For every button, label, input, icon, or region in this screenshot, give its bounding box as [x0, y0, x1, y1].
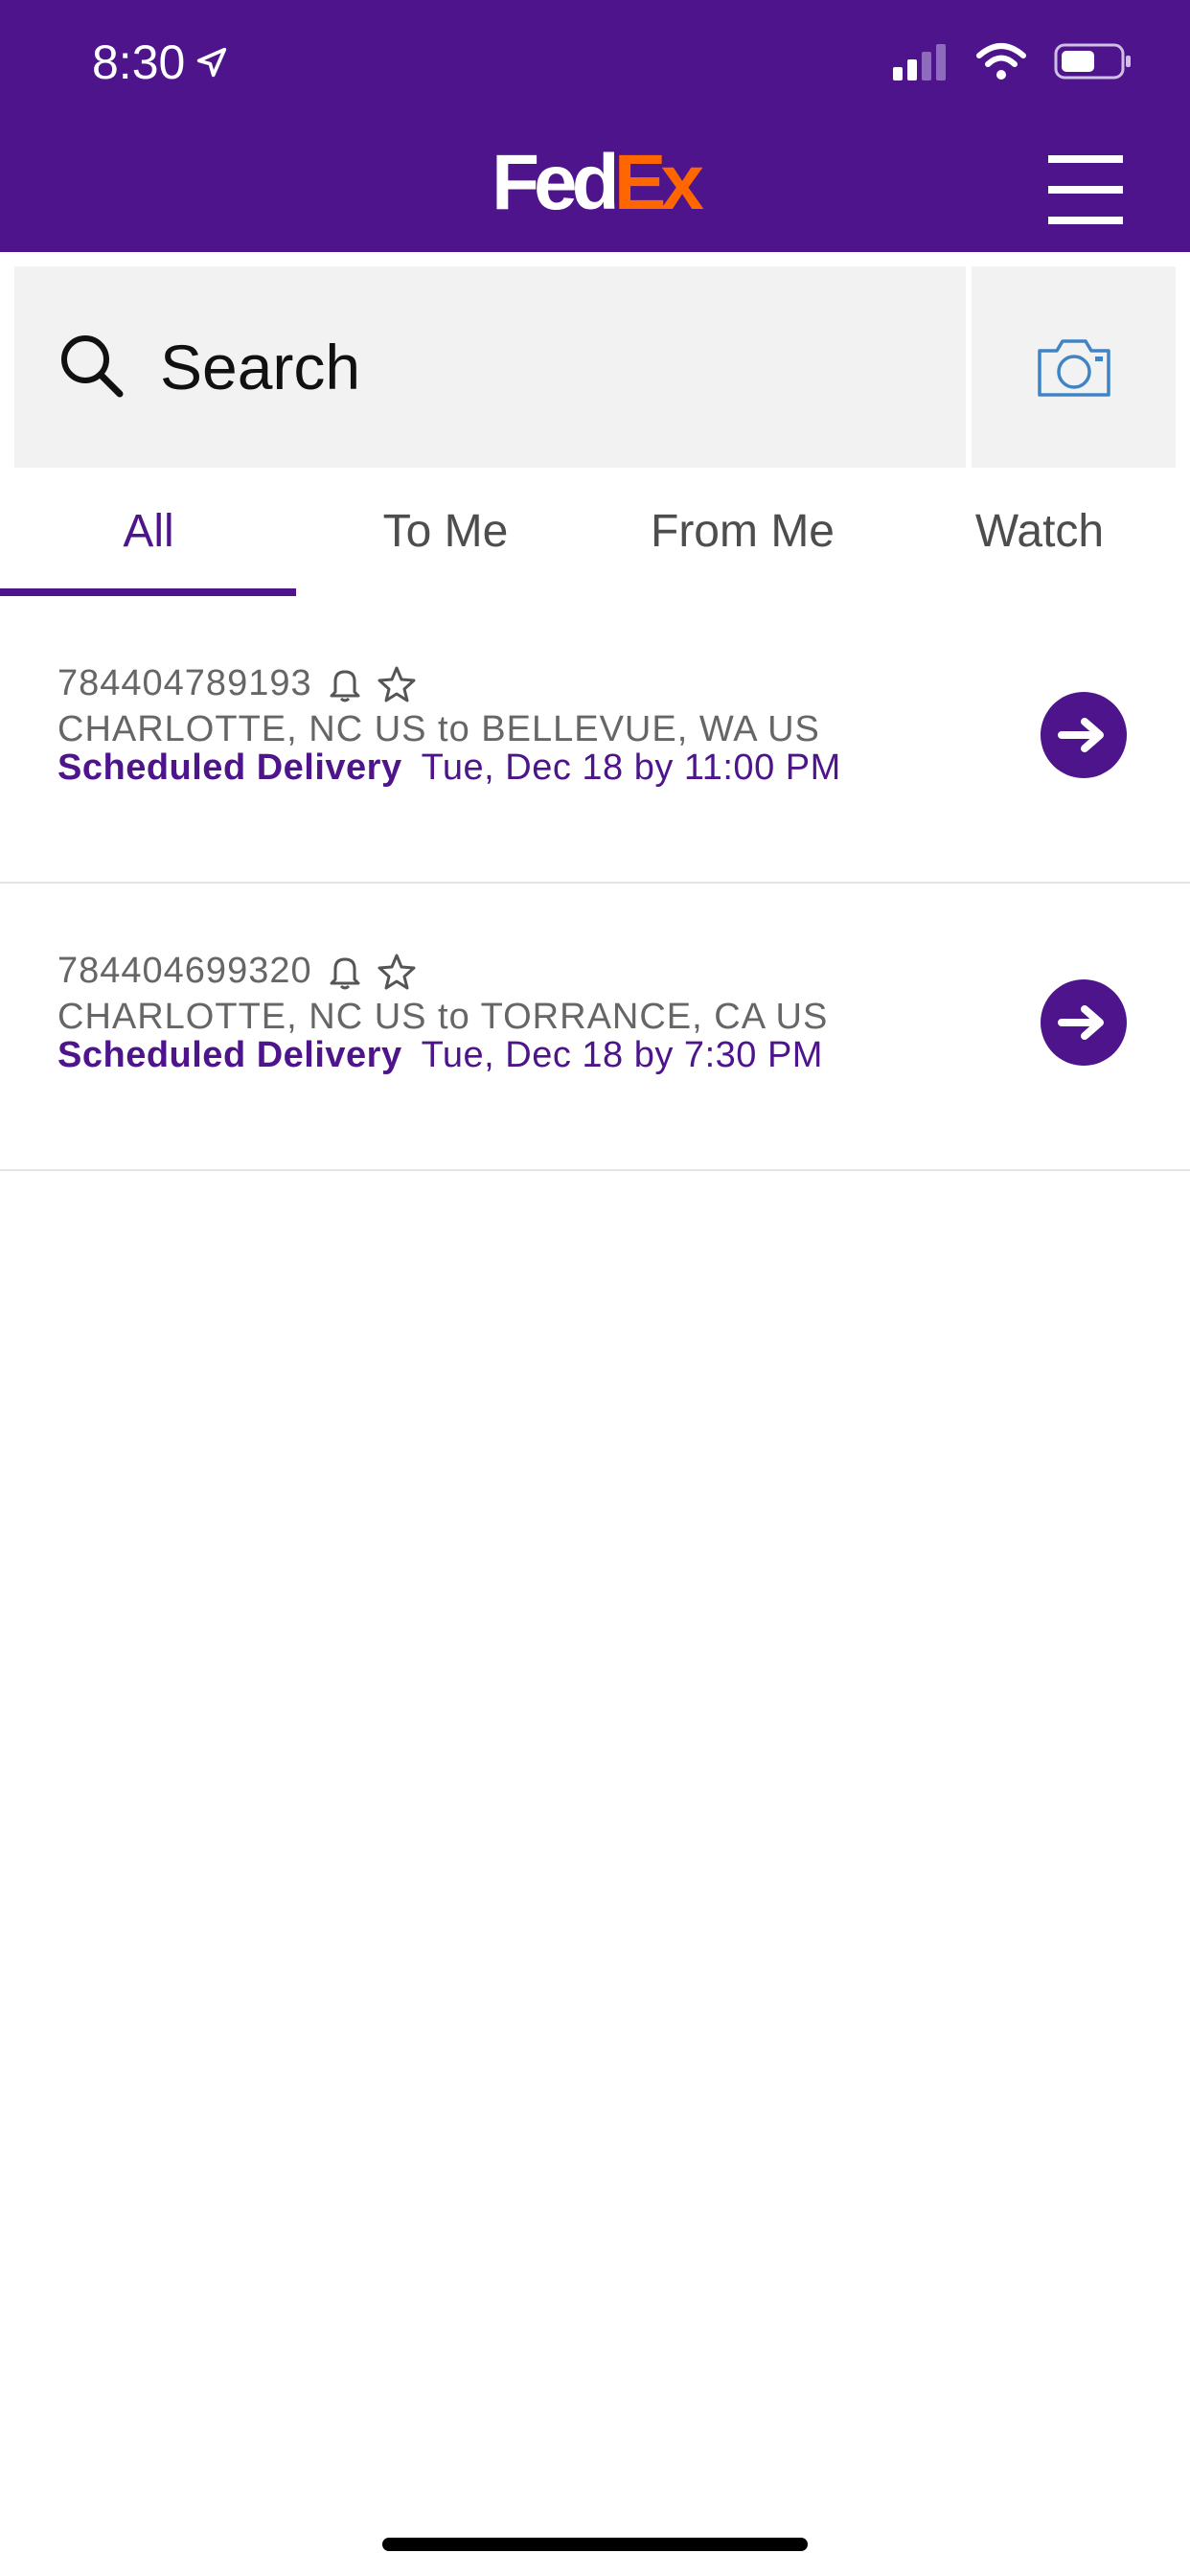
- shipment-row[interactable]: 784404699320 CHARLOTTE, NC US to TORRANC…: [0, 884, 1190, 1171]
- tab-all[interactable]: All: [0, 484, 297, 599]
- status-time: 8:30: [92, 34, 231, 90]
- camera-scan-button[interactable]: [972, 266, 1176, 468]
- location-arrow-icon: [197, 47, 227, 78]
- tracking-number: 784404699320: [57, 951, 312, 991]
- cellular-signal-icon: [893, 44, 946, 80]
- arrow-right-icon: [1058, 1005, 1104, 1040]
- delivery-time: Tue, Dec 18 by 11:00 PM: [421, 748, 841, 788]
- search-placeholder: Search: [160, 332, 361, 402]
- star-icon[interactable]: [378, 666, 416, 702]
- search-input[interactable]: Search: [14, 266, 966, 468]
- clock-label: 8:30: [92, 35, 186, 89]
- shipment-route: CHARLOTTE, NC US to BELLEVUE, WA US: [57, 709, 820, 749]
- app-header: 8:30 FedEx: [0, 0, 1190, 252]
- tracking-number: 784404789193: [57, 663, 312, 703]
- fedex-logo: FedEx: [0, 144, 1190, 222]
- home-indicator[interactable]: [382, 2538, 808, 2551]
- tab-to-me[interactable]: To Me: [297, 484, 594, 599]
- tracking-line: 784404789193: [57, 663, 416, 704]
- tab-from-me[interactable]: From Me: [594, 484, 891, 599]
- arrow-right-icon: [1058, 718, 1104, 752]
- status-icons: [893, 42, 1133, 80]
- shipment-details-button[interactable]: [1041, 979, 1127, 1066]
- delivery-line: Scheduled Delivery Tue, Dec 18 by 11:00 P…: [57, 748, 841, 789]
- active-tab-indicator: [0, 588, 296, 596]
- delivery-time: Tue, Dec 18 by 7:30 PM: [421, 1035, 823, 1075]
- shipment-details-button[interactable]: [1041, 692, 1127, 778]
- search-icon: [61, 335, 124, 398]
- logo-fed: Fed: [491, 139, 620, 226]
- shipment-tabs: All To Me From Me Watch: [0, 484, 1190, 599]
- shipment-route: CHARLOTTE, NC US to TORRANCE, CA US: [57, 997, 829, 1037]
- tab-watch[interactable]: Watch: [891, 484, 1188, 599]
- tracking-line: 784404699320: [57, 951, 416, 992]
- bell-icon[interactable]: [330, 954, 360, 990]
- star-icon[interactable]: [378, 954, 416, 990]
- bell-icon[interactable]: [330, 666, 360, 702]
- wifi-icon: [976, 43, 1026, 80]
- logo-ex: Ex: [613, 139, 704, 226]
- camera-icon: [1037, 339, 1110, 397]
- shipment-row[interactable]: 784404789193 CHARLOTTE, NC US to BELLEVU…: [0, 596, 1190, 884]
- delivery-status: Scheduled Delivery: [57, 1035, 402, 1075]
- hamburger-menu-icon[interactable]: [1048, 155, 1123, 224]
- delivery-status: Scheduled Delivery: [57, 748, 402, 788]
- delivery-line: Scheduled Delivery Tue, Dec 18 by 7:30 PM: [57, 1035, 823, 1076]
- battery-icon: [1054, 43, 1131, 80]
